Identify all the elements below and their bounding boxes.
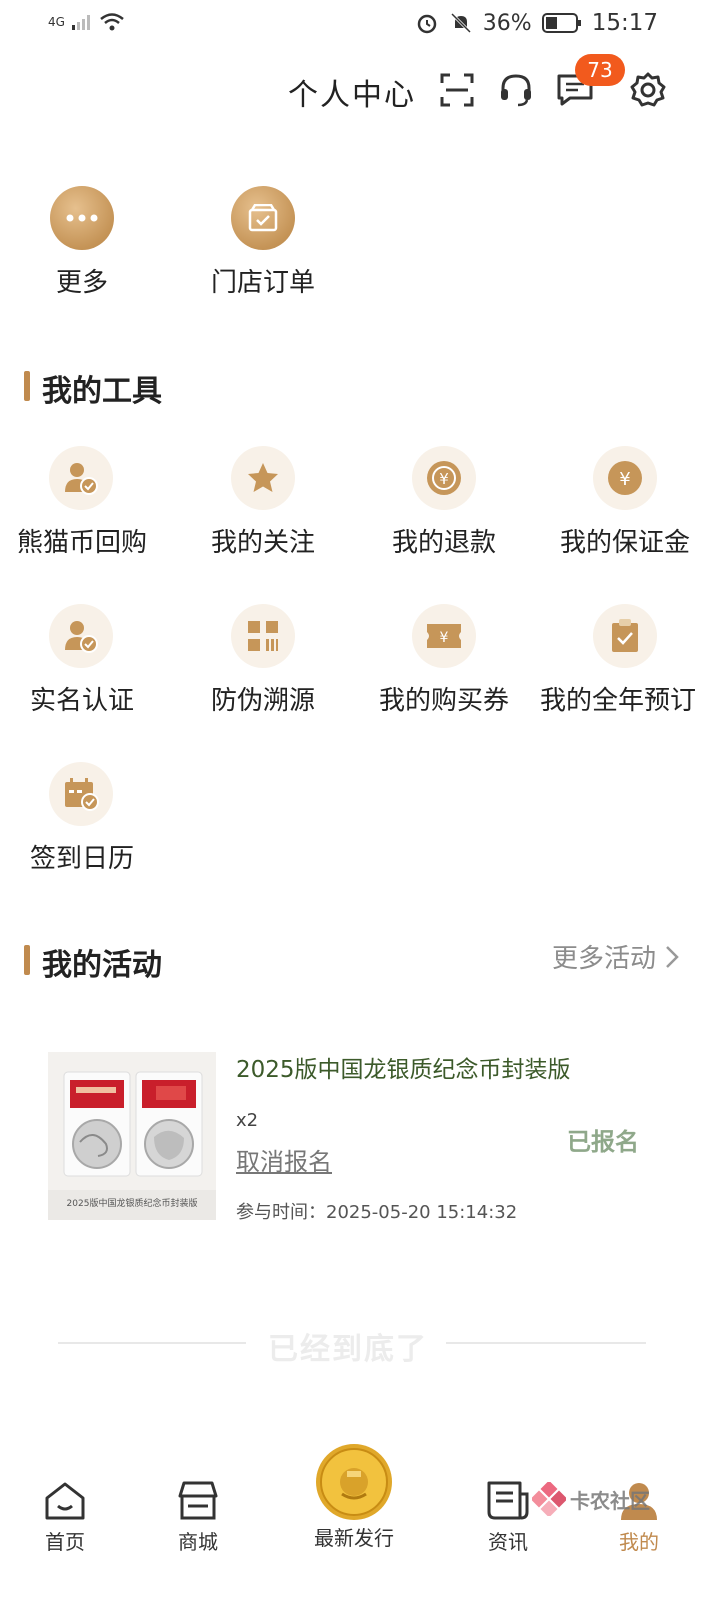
store-order-icon [231,186,295,250]
tool-label: 我的关注 [210,528,315,558]
refund-yen-icon: ¥ [412,446,476,510]
mute-bell-icon [450,12,471,34]
more-activities-label: 更多活动 [552,944,657,974]
anti-counterfeit-icon [231,604,295,668]
news-icon [487,1481,529,1520]
battery-icon [541,13,581,33]
tab-label: 最新发行 [314,1526,394,1550]
tool-label: 实名认证 [29,686,134,716]
coin-product-illustration [48,1071,216,1220]
activities-title: 我的活动 [42,948,162,983]
tab-label: 我的 [619,1530,659,1554]
tool-label: 签到日历 [29,844,134,874]
coupon-icon: ¥ [412,604,476,668]
tab-home[interactable]: 首页 [44,1480,86,1555]
user-check-icon [49,446,113,510]
tool-real-name[interactable] [49,604,113,668]
watermark-logo-icon [532,1482,566,1516]
signal-icon [71,15,90,30]
scan-icon [440,73,474,107]
time-value: 2025-05-20 15:14:32 [326,1202,518,1223]
alarm-icon [417,14,437,34]
more-dots-icon [50,186,114,250]
chevron-right-icon [666,945,679,968]
tool-label: 防伪溯源 [210,686,315,716]
tool-label: 我的全年预订 [540,686,697,716]
tool-my-follow[interactable] [231,446,295,510]
store-order-label: 门店订单 [210,268,315,298]
message-badge: 73 [575,54,625,86]
watermark: 卡农社区 [532,1482,650,1516]
star-icon [231,446,295,510]
headset-icon [501,74,531,107]
tab-news[interactable]: 资讯 [486,1480,530,1555]
gear-icon [630,72,666,107]
svg-text:¥: ¥ [440,630,449,646]
end-of-list-text: 已经到底了 [268,1332,428,1367]
gold-coin-icon [316,1444,392,1520]
watermark-text: 卡农社区 [570,1488,650,1513]
home-icon [45,1482,85,1520]
page-title: 个人中心 [288,78,416,113]
tool-panda-buyback[interactable] [49,446,113,510]
svg-text:¥: ¥ [439,470,449,488]
tab-shop[interactable]: 商城 [176,1480,220,1555]
battery-percent: 36% [482,10,532,36]
cancel-registration-link[interactable]: 取消报名 [236,1142,332,1177]
status-bar: 4G 36% 15:17 [0,0,720,48]
section-bar [24,371,30,401]
more-button[interactable] [50,186,114,250]
scan-button[interactable] [437,68,477,112]
tool-checkin-calendar[interactable] [49,762,113,826]
shop-icon [178,1481,218,1520]
participation-time: 参与时间：2025-05-20 15:14:32 [236,1198,517,1224]
product-image[interactable]: 2025版中国龙银质纪念币封装版 [48,1052,216,1220]
section-bar [24,945,30,975]
product-quantity: x2 [236,1110,259,1131]
tab-label: 商城 [178,1530,218,1554]
divider-left [58,1342,246,1344]
tool-label: 熊猫币回购 [16,528,147,558]
real-name-icon [49,604,113,668]
tool-label: 我的退款 [391,528,496,558]
tab-new-release[interactable]: 最新发行 [314,1442,394,1551]
tool-purchase-coupon[interactable]: ¥ [412,604,476,668]
tool-my-refund[interactable]: ¥ [412,446,476,510]
image-caption: 2025版中国龙银质纪念币封装版 [66,1199,198,1209]
wifi-icon [100,13,124,31]
clipboard-check-icon [593,604,657,668]
customer-service-button[interactable] [496,68,536,112]
status-left: 4G [48,12,125,32]
store-order-button[interactable] [231,186,295,250]
divider-right [446,1342,646,1344]
clock: 15:17 [591,10,658,36]
deposit-yen-icon: ¥ [593,446,657,510]
tool-label: 我的购买券 [378,686,509,716]
scrolled-row-remnant: ▔▔▔ ▔▔▔ ▔▔ ▔▔ [44,118,652,138]
tool-my-deposit[interactable]: ¥ [593,446,657,510]
registration-status: 已报名 [567,1128,639,1156]
more-label: 更多 [55,268,108,298]
tool-annual-booking[interactable] [593,604,657,668]
calendar-check-icon [49,762,113,826]
product-title[interactable]: 2025版中国龙银质纪念币封装版 [236,1050,571,1084]
tools-title: 我的工具 [42,374,162,409]
settings-button[interactable] [628,68,668,112]
tool-anti-counterfeit[interactable] [231,604,295,668]
status-right: 36% 15:17 [415,10,658,36]
more-activities-link[interactable]: 更多活动 [552,938,680,975]
bottom-tab-bar: 首页 商城 最新发行 资讯 我的 卡农社区 [0,1444,720,1600]
tab-label: 首页 [45,1530,85,1554]
time-label: 参与时间： [236,1202,326,1223]
network-label: 4G [48,15,65,29]
svg-text:¥: ¥ [619,469,630,490]
tool-label: 我的保证金 [559,528,690,558]
tab-label: 资讯 [488,1530,528,1554]
